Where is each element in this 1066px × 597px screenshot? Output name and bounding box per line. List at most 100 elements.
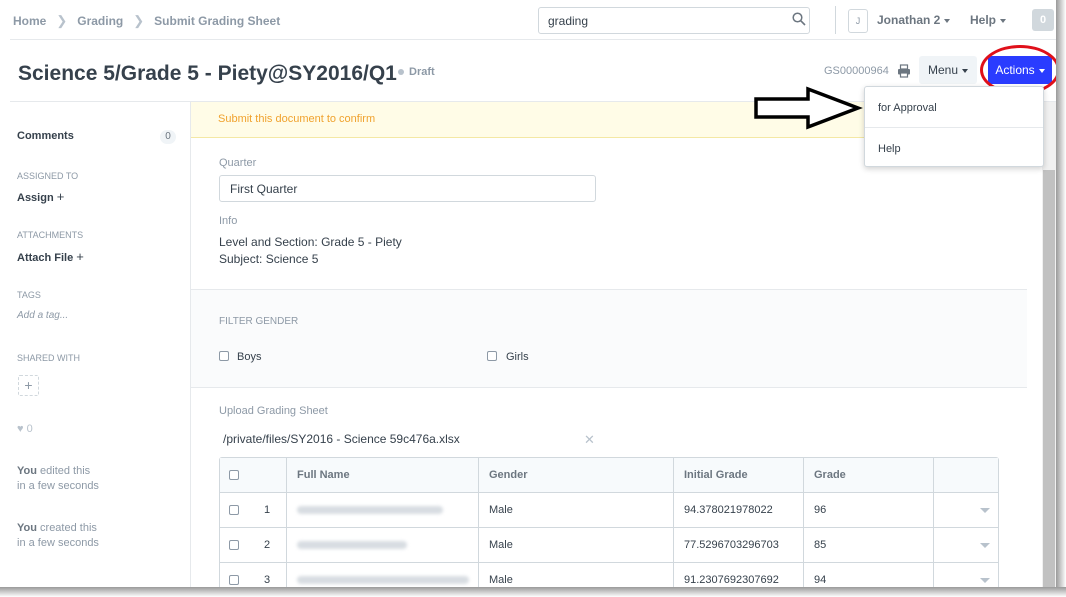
- caret-down-icon: [980, 508, 990, 513]
- info-label: Info: [219, 215, 238, 227]
- header-select-cell: [220, 458, 287, 493]
- close-icon[interactable]: ✕: [584, 432, 595, 448]
- redacted-name: [297, 576, 469, 585]
- comments-link[interactable]: Comments: [17, 130, 74, 142]
- user-menu[interactable]: Jonathan 2: [877, 13, 951, 27]
- scrollbar-thumb[interactable]: [1043, 170, 1055, 590]
- header-actions: [934, 458, 998, 493]
- form-body: Submit this document to confirm Quarter …: [190, 102, 1027, 597]
- row-checkbox[interactable]: [229, 575, 239, 585]
- window-shadow: [0, 587, 1066, 597]
- form-sidebar: Comments 0 ASSIGNED TO Assign + ATTACHME…: [10, 102, 190, 597]
- menu-divider: [865, 127, 1043, 128]
- add-tag-input[interactable]: Add a tag...: [17, 310, 68, 321]
- user-name: Jonathan 2: [877, 13, 941, 27]
- annotation-arrow-icon: [754, 86, 863, 130]
- info-subject: Subject: Science 5: [219, 252, 319, 266]
- search-input[interactable]: grading: [538, 7, 810, 34]
- row-menu-cell[interactable]: [934, 493, 998, 528]
- plus-icon: +: [76, 249, 84, 264]
- breadcrumb-submit-grading-sheet[interactable]: Submit Grading Sheet: [154, 14, 280, 28]
- info-level-section: Level and Section: Grade 5 - Piety: [219, 235, 402, 249]
- caret-down-icon: [944, 18, 951, 23]
- header-full-name: Full Name: [287, 458, 479, 493]
- header-initial-grade: Initial Grade: [674, 458, 804, 493]
- app-window: Home ❯ Grading ❯ Submit Grading Sheet gr…: [0, 0, 1066, 597]
- full-name-cell[interactable]: [287, 493, 479, 528]
- grade-cell[interactable]: 96: [804, 493, 934, 528]
- like-button[interactable]: ♥ 0: [17, 423, 33, 435]
- caret-down-icon: [1000, 18, 1007, 23]
- avatar[interactable]: J: [848, 9, 868, 33]
- activity-item: You edited this in a few seconds: [17, 464, 99, 494]
- page-title: Science 5/Grade 5 - Piety@SY2016/Q1: [18, 62, 397, 85]
- attach-file-button[interactable]: Attach File +: [17, 249, 84, 264]
- filter-gender-label: FILTER GENDER: [219, 316, 299, 327]
- gender-cell[interactable]: Male: [479, 528, 674, 563]
- activity-time: in a few seconds: [17, 480, 99, 492]
- activity-item: You created this in a few seconds: [17, 521, 99, 551]
- breadcrumb: Home ❯ Grading ❯ Submit Grading Sheet: [13, 13, 280, 29]
- table-row[interactable]: 1 Male 94.378021978022 96: [220, 493, 998, 528]
- divider: [835, 6, 836, 34]
- caret-down-icon: [962, 68, 969, 73]
- navbar: Home ❯ Grading ❯ Submit Grading Sheet gr…: [10, 0, 1056, 40]
- notification-badge[interactable]: 0: [1032, 9, 1054, 31]
- comments-count-badge: 0: [160, 130, 176, 144]
- attach-file-label: Attach File: [17, 252, 74, 264]
- print-icon[interactable]: [897, 64, 911, 78]
- table-row[interactable]: 2 Male 77.5296703296703 85: [220, 528, 998, 563]
- breadcrumb-home[interactable]: Home: [13, 14, 46, 28]
- boys-checkbox[interactable]: [219, 351, 229, 361]
- menu-button[interactable]: Menu: [919, 56, 977, 84]
- breadcrumb-grading[interactable]: Grading: [77, 14, 123, 28]
- caret-down-icon: [980, 543, 990, 548]
- girls-label: Girls: [506, 351, 529, 363]
- upload-label: Upload Grading Sheet: [219, 405, 328, 417]
- search-icon[interactable]: [792, 12, 806, 26]
- help-menu[interactable]: Help: [970, 13, 1007, 27]
- quarter-field[interactable]: First Quarter: [219, 175, 596, 202]
- status-label: Draft: [409, 66, 435, 78]
- filter-gender-section: FILTER GENDER Boys Girls: [191, 289, 1027, 388]
- heart-icon: ♥: [17, 423, 24, 435]
- activity-user: You: [17, 465, 37, 477]
- like-count: 0: [26, 423, 33, 435]
- row-menu-cell[interactable]: [934, 528, 998, 563]
- gender-cell[interactable]: Male: [479, 493, 674, 528]
- redacted-name: [297, 541, 407, 550]
- quarter-label: Quarter: [219, 157, 257, 169]
- row-checkbox[interactable]: [229, 505, 239, 515]
- activity-action: created this: [36, 522, 97, 534]
- row-select-cell: 1: [220, 493, 287, 528]
- row-index: 1: [264, 504, 271, 516]
- document-id: GS00000964: [824, 65, 889, 77]
- assigned-to-label: ASSIGNED TO: [17, 171, 79, 181]
- chevron-right-icon: ❯: [133, 13, 145, 28]
- select-all-checkbox[interactable]: [229, 470, 239, 480]
- boys-label: Boys: [237, 351, 262, 363]
- shared-with-label: SHARED WITH: [17, 353, 80, 363]
- uploaded-file-link[interactable]: /private/files/SY2016 - Science 59c476a.…: [223, 432, 460, 446]
- initial-grade-cell[interactable]: 94.378021978022: [674, 493, 804, 528]
- menu-item-for-approval[interactable]: for Approval: [878, 102, 937, 114]
- row-checkbox[interactable]: [229, 540, 239, 550]
- caret-down-icon: [980, 578, 990, 583]
- table-header-row: Full Name Gender Initial Grade Grade: [220, 458, 998, 493]
- header-grade: Grade: [804, 458, 934, 493]
- menu-button-label: Menu: [927, 63, 959, 77]
- full-name-cell[interactable]: [287, 528, 479, 563]
- attachments-label: ATTACHMENTS: [17, 230, 84, 240]
- girls-checkbox[interactable]: [487, 351, 497, 361]
- menu-item-help[interactable]: Help: [878, 143, 901, 155]
- help-label: Help: [970, 13, 997, 27]
- add-share-button[interactable]: +: [18, 375, 39, 396]
- row-select-cell: 2: [220, 528, 287, 563]
- assign-button[interactable]: Assign +: [17, 189, 64, 204]
- grade-cell[interactable]: 85: [804, 528, 934, 563]
- row-index: 2: [264, 539, 271, 551]
- initial-grade-cell[interactable]: 77.5296703296703: [674, 528, 804, 563]
- activity-time: in a few seconds: [17, 537, 99, 549]
- chevron-right-icon: ❯: [56, 13, 68, 28]
- window-shadow: [1056, 0, 1066, 597]
